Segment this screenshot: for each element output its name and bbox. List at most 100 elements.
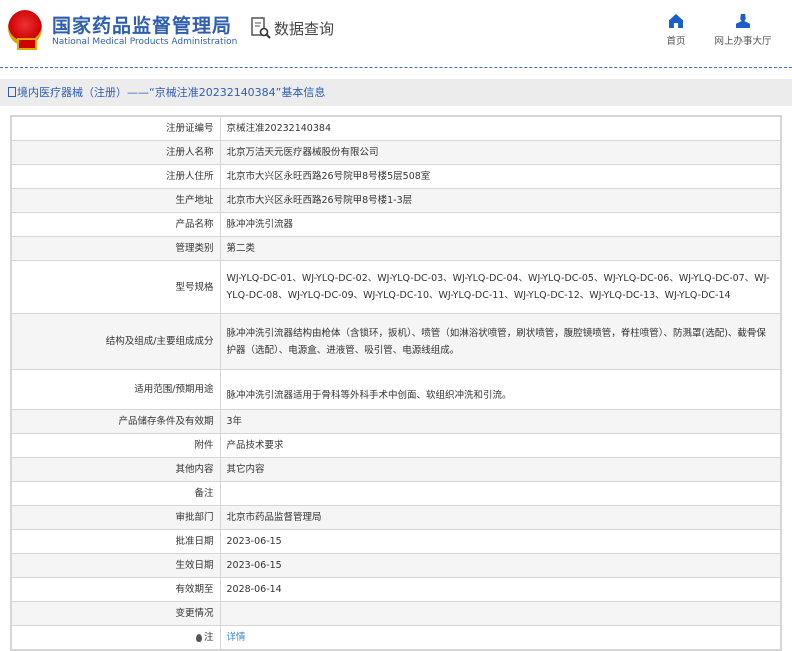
field-label-text: 适用范围/预期用途 [134, 384, 214, 395]
field-label: 注册人住所 [10, 164, 221, 189]
table-row: 注 详情 [10, 625, 782, 651]
field-label-text: 管理类别 [175, 243, 214, 254]
field-value-cell: 2023-06-15 [219, 553, 782, 578]
table-row: 管理类别 第二类 [10, 236, 782, 261]
registration-info-table: 注册证编号 京械注准20232140384 注册人名称 北京万洁天元医疗器械股份有限公… [10, 115, 782, 651]
field-label-text: 型号规格 [175, 281, 214, 293]
field-label: 变更情况 [10, 601, 221, 626]
field-value-cell: 第二类 [219, 236, 782, 261]
field-value: 其它内容 [226, 464, 265, 475]
table-row: 产品名称 脉冲冲洗引流器 [10, 212, 782, 237]
field-value-cell: 北京市大兴区永旺西路26号院甲8号楼5层508室 [219, 164, 782, 189]
table-row: 注册证编号 京械注准20232140384 [10, 115, 782, 141]
field-label-text: 注册人名称 [165, 147, 214, 158]
nav-online-service-label: 网上办事大厅 [714, 36, 772, 47]
nav-online-service-hall[interactable]: 网上办事大厅 [712, 14, 774, 47]
field-value: 京械注准20232140384 [226, 123, 332, 134]
field-label-text: 注册人住所 [165, 171, 214, 182]
table-row: 备注 [10, 481, 782, 506]
field-value-cell: 3年 [219, 409, 782, 434]
field-label: 结构及组成/主要组成成分 [10, 313, 221, 370]
field-label: 注册证编号 [10, 115, 221, 141]
field-label: 产品名称 [10, 212, 221, 237]
field-label-text: 注 [203, 632, 214, 643]
field-value-cell: 北京市大兴区永旺西路26号院甲8号楼1-3层 [219, 188, 782, 213]
field-label-text: 产品储存条件及有效期 [118, 416, 214, 427]
field-value-cell: 京械注准20232140384 [219, 115, 782, 141]
table-row: 结构及组成/主要组成成分 脉冲冲洗引流器结构由枪体（含锁环，扳机）、喷管（如淋浴状… [10, 313, 782, 370]
table-row: 注册人名称 北京万洁天元医疗器械股份有限公司 [10, 140, 782, 165]
field-value: 北京万洁天元医疗器械股份有限公司 [226, 147, 379, 158]
field-value-cell [219, 481, 782, 506]
field-value: 产品技术要求 [226, 440, 284, 451]
field-label-text: 生效日期 [175, 560, 214, 571]
field-value: 3年 [226, 416, 243, 427]
field-value-cell: 产品技术要求 [219, 433, 782, 458]
field-value-cell: 北京市药品监督管理局 [219, 505, 782, 530]
field-label: 附件 [10, 433, 221, 458]
field-label: 适用范围/预期用途 [10, 369, 221, 410]
field-label-text: 备注 [194, 488, 214, 499]
field-value-cell: 脉冲冲洗引流器结构由枪体（含锁环，扳机）、喷管（如淋浴状喷管，刷状喷管，腹腔镜喷… [219, 313, 782, 370]
nav-home[interactable]: 首页 [660, 14, 692, 47]
field-label-text: 注册证编号 [165, 123, 214, 134]
field-value: 2023-06-15 [226, 536, 282, 547]
home-icon [669, 14, 683, 28]
field-value-cell: 详情 [219, 625, 782, 651]
field-label-text: 审批部门 [175, 512, 214, 523]
document-icon [8, 87, 16, 97]
field-label: 有效期至 [10, 577, 221, 602]
field-value: 第二类 [226, 243, 256, 254]
nav-home-label: 首页 [666, 36, 686, 47]
org-name-cn: 国家药品监督管理局 [52, 15, 233, 37]
field-value-cell: WJ-YLQ-DC-01、WJ-YLQ-DC-02、WJ-YLQ-DC-03、W… [219, 260, 782, 314]
field-value: 2028-06-14 [226, 584, 282, 595]
field-label-text: 其他内容 [175, 464, 214, 475]
field-value-cell: 2028-06-14 [219, 577, 782, 602]
user-icon [736, 14, 750, 28]
table-row: 批准日期 2023-06-15 [10, 529, 782, 554]
field-value: 北京市药品监督管理局 [226, 512, 322, 523]
field-label-text: 生产地址 [175, 195, 214, 206]
field-label: 管理类别 [10, 236, 221, 261]
field-label: 生效日期 [10, 553, 221, 578]
field-value: 脉冲冲洗引流器 [226, 219, 294, 230]
org-name-en: National Medical Products Administration [52, 37, 238, 47]
field-value-cell: 其它内容 [219, 457, 782, 482]
data-query-label: 数据查询 [274, 19, 335, 38]
field-label: 注册人名称 [10, 140, 221, 165]
document-search-icon [251, 17, 271, 39]
details-link[interactable]: 详情 [227, 632, 246, 643]
field-label-text: 附件 [194, 440, 214, 451]
field-label: 型号规格 [10, 260, 221, 314]
table-row: 适用范围/预期用途 脉冲冲洗引流器适用于骨科等外科手术中创面、软组织冲洗和引流。 [10, 369, 782, 410]
field-value-cell: 脉冲冲洗引流器 [219, 212, 782, 237]
table-row: 附件 产品技术要求 [10, 433, 782, 458]
field-label: 批准日期 [10, 529, 221, 554]
field-label: 审批部门 [10, 505, 221, 530]
field-value: 北京市大兴区永旺西路26号院甲8号楼5层508室 [226, 171, 431, 182]
field-value-cell [219, 601, 782, 626]
national-emblem-logo [8, 10, 42, 50]
table-row: 有效期至 2028-06-14 [10, 577, 782, 602]
data-query-title: 数据查询 [251, 17, 334, 39]
table-row: 型号规格 WJ-YLQ-DC-01、WJ-YLQ-DC-02、WJ-YLQ-DC-… [10, 260, 782, 314]
field-label-text: 变更情况 [175, 608, 214, 619]
table-row: 生产地址 北京市大兴区永旺西路26号院甲8号楼1-3层 [10, 188, 782, 213]
table-row: 注册人住所 北京市大兴区永旺西路26号院甲8号楼5层508室 [10, 164, 782, 189]
field-value: 北京市大兴区永旺西路26号院甲8号楼1-3层 [226, 195, 413, 206]
table-row: 审批部门 北京市药品监督管理局 [10, 505, 782, 530]
field-label-text: 结构及组成/主要组成成分 [105, 336, 214, 347]
field-label: 备注 [10, 481, 221, 506]
table-row: 产品储存条件及有效期 3年 [10, 409, 782, 434]
field-label-text: 有效期至 [175, 584, 214, 595]
table-row: 其他内容 其它内容 [10, 457, 782, 482]
table-row: 生效日期 2023-06-15 [10, 553, 782, 578]
field-value: 脉冲冲洗引流器结构由枪体（含锁环，扳机）、喷管（如淋浴状喷管，刷状喷管，腹腔镜喷… [226, 327, 766, 356]
field-value: WJ-YLQ-DC-01、WJ-YLQ-DC-02、WJ-YLQ-DC-03、W… [226, 273, 770, 301]
field-value-cell: 脉冲冲洗引流器适用于骨科等外科手术中创面、软组织冲洗和引流。 [219, 369, 782, 410]
field-label-text: 批准日期 [175, 536, 214, 547]
field-value: 2023-06-15 [226, 560, 282, 571]
field-label: 产品储存条件及有效期 [10, 409, 221, 434]
field-value-cell: 北京万洁天元医疗器械股份有限公司 [219, 140, 782, 165]
